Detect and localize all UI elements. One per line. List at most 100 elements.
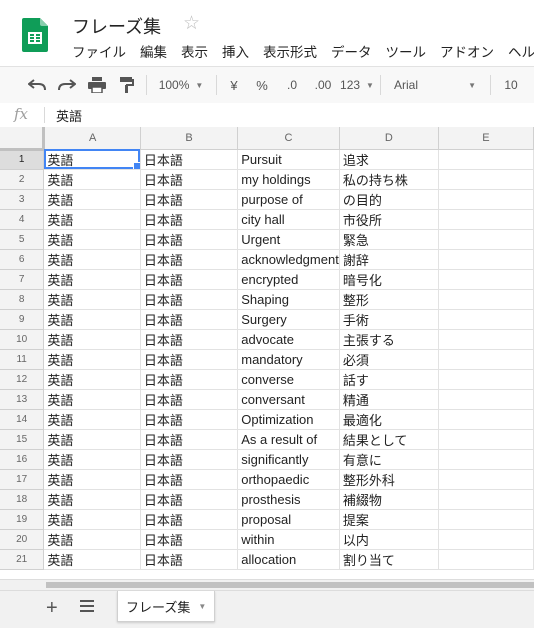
print-icon[interactable]: [84, 67, 110, 103]
cell-a[interactable]: 英語: [43, 489, 141, 510]
redo-icon[interactable]: [54, 67, 80, 103]
cell-e[interactable]: [438, 209, 534, 230]
cell-d[interactable]: 追求: [339, 149, 439, 170]
cell-a[interactable]: 英語: [43, 409, 141, 430]
row-header[interactable]: 17: [0, 469, 45, 490]
cell-b[interactable]: 日本語: [140, 509, 239, 530]
cell-a[interactable]: 英語: [43, 209, 141, 230]
percent-format-button[interactable]: %: [250, 67, 274, 103]
column-header-c[interactable]: C: [237, 127, 340, 150]
menu-format[interactable]: 表示形式: [263, 41, 317, 61]
cell-c[interactable]: advocate: [237, 329, 340, 350]
horizontal-scrollbar[interactable]: [0, 579, 534, 590]
row-header[interactable]: 12: [0, 369, 45, 390]
cell-a[interactable]: 英語: [43, 329, 141, 350]
cell-d[interactable]: 謝辞: [339, 249, 439, 270]
row-header[interactable]: 6: [0, 249, 45, 270]
star-icon[interactable]: ☆: [183, 12, 200, 35]
row-header[interactable]: 3: [0, 189, 45, 210]
cell-e[interactable]: [438, 229, 534, 250]
cell-b[interactable]: 日本語: [140, 529, 239, 550]
cell-b[interactable]: 日本語: [140, 189, 239, 210]
row-header[interactable]: 20: [0, 529, 45, 550]
row-header[interactable]: 18: [0, 489, 45, 510]
cell-a[interactable]: 英語: [43, 369, 141, 390]
row-header[interactable]: 2: [0, 169, 45, 190]
font-size-select[interactable]: 10: [496, 67, 526, 103]
cell-b[interactable]: 日本語: [140, 309, 239, 330]
cell-c[interactable]: Pursuit: [237, 149, 340, 170]
cell-d[interactable]: 緊急: [339, 229, 439, 250]
undo-icon[interactable]: [24, 67, 50, 103]
cell-c[interactable]: encrypted: [237, 269, 340, 290]
cell-c[interactable]: significantly: [237, 449, 340, 470]
cell-d[interactable]: 暗号化: [339, 269, 439, 290]
row-header[interactable]: 9: [0, 309, 45, 330]
cell-d[interactable]: 以内: [339, 529, 439, 550]
menu-tools[interactable]: ツール: [386, 41, 427, 61]
menu-insert[interactable]: 挿入: [222, 41, 249, 61]
cell-c[interactable]: prosthesis: [237, 489, 340, 510]
add-sheet-button[interactable]: +: [46, 597, 58, 620]
cell-c[interactable]: Urgent: [237, 229, 340, 250]
cell-d[interactable]: 最適化: [339, 409, 439, 430]
row-header[interactable]: 13: [0, 389, 45, 410]
cell-b[interactable]: 日本語: [140, 149, 239, 170]
row-header[interactable]: 16: [0, 449, 45, 470]
menu-file[interactable]: ファイル: [72, 41, 126, 61]
scrollbar-thumb[interactable]: [46, 582, 534, 588]
cell-a[interactable]: 英語: [43, 229, 141, 250]
cell-c[interactable]: converse: [237, 369, 340, 390]
column-header-b[interactable]: B: [140, 127, 239, 150]
cell-c[interactable]: Optimization: [237, 409, 340, 430]
chevron-down-icon[interactable]: ▼: [198, 602, 206, 611]
menu-edit[interactable]: 編集: [140, 41, 167, 61]
cell-d[interactable]: 精通: [339, 389, 439, 410]
cell-c[interactable]: Surgery: [237, 309, 340, 330]
cell-c[interactable]: conversant: [237, 389, 340, 410]
cell-c[interactable]: proposal: [237, 509, 340, 530]
document-title[interactable]: フレーズ集: [72, 13, 161, 39]
cell-d[interactable]: 補綴物: [339, 489, 439, 510]
menu-addons[interactable]: アドオン: [440, 41, 494, 61]
cell-e[interactable]: [438, 349, 534, 370]
cell-a[interactable]: 英語: [43, 429, 141, 450]
cell-a[interactable]: 英語: [43, 149, 141, 170]
menu-view[interactable]: 表示: [181, 41, 208, 61]
cell-e[interactable]: [438, 429, 534, 450]
cell-a[interactable]: 英語: [43, 389, 141, 410]
cell-a[interactable]: 英語: [43, 309, 141, 330]
row-header[interactable]: 11: [0, 349, 45, 370]
cell-e[interactable]: [438, 369, 534, 390]
cell-c[interactable]: mandatory: [237, 349, 340, 370]
select-all-corner[interactable]: [0, 127, 46, 151]
cell-a[interactable]: 英語: [43, 529, 141, 550]
column-header-a[interactable]: A: [43, 127, 141, 150]
cell-b[interactable]: 日本語: [140, 549, 239, 570]
cell-b[interactable]: 日本語: [140, 249, 239, 270]
cell-b[interactable]: 日本語: [140, 449, 239, 470]
currency-format-button[interactable]: ¥: [222, 67, 246, 103]
paint-format-icon[interactable]: [114, 67, 140, 103]
cell-e[interactable]: [438, 329, 534, 350]
cell-c[interactable]: my holdings: [237, 169, 340, 190]
cell-e[interactable]: [438, 449, 534, 470]
cell-e[interactable]: [438, 149, 534, 170]
cell-a[interactable]: 英語: [43, 189, 141, 210]
cell-d[interactable]: 整形: [339, 289, 439, 310]
row-header[interactable]: 1: [0, 149, 45, 170]
cell-a[interactable]: 英語: [43, 249, 141, 270]
row-header[interactable]: 10: [0, 329, 45, 350]
cell-d[interactable]: の目的: [339, 189, 439, 210]
row-header[interactable]: 21: [0, 549, 45, 570]
increase-decimal-button[interactable]: .00: [308, 67, 338, 103]
all-sheets-list-icon[interactable]: [80, 600, 94, 615]
decrease-decimal-button[interactable]: .0: [278, 67, 306, 103]
menu-help[interactable]: ヘル: [508, 41, 534, 61]
cell-e[interactable]: [438, 189, 534, 210]
cell-d[interactable]: 割り当て: [339, 549, 439, 570]
formula-input[interactable]: 英語: [56, 106, 82, 125]
row-header[interactable]: 19: [0, 509, 45, 530]
cell-a[interactable]: 英語: [43, 289, 141, 310]
cell-a[interactable]: 英語: [43, 169, 141, 190]
